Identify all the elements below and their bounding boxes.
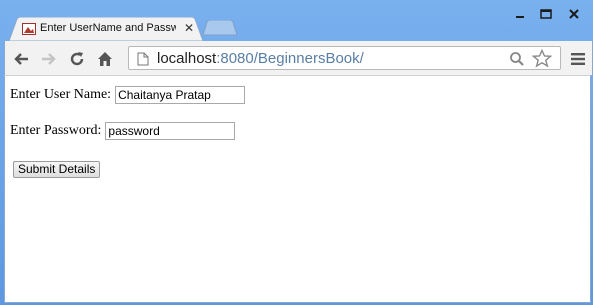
password-label: Enter Password: (10, 123, 102, 138)
favicon-icon (22, 23, 36, 35)
home-icon (98, 52, 112, 66)
tab-title: Enter UserName and Password (40, 22, 176, 34)
tab-close-icon[interactable]: ✕ (184, 21, 194, 35)
browser-toolbar: localhost:8080/BeginnersBook/ (4, 41, 593, 75)
page-icon (137, 52, 149, 66)
forward-button[interactable] (39, 49, 59, 69)
close-icon (569, 9, 579, 19)
username-label: Enter User Name: (10, 87, 112, 102)
reload-button[interactable] (67, 49, 87, 69)
password-input[interactable] (105, 122, 236, 140)
username-row: Enter User Name: (10, 86, 246, 104)
maximize-icon (540, 9, 552, 19)
url-host: localhost (157, 50, 217, 67)
submit-details-button[interactable]: Submit Details (13, 161, 101, 178)
reload-icon (70, 52, 84, 66)
minimize-icon (516, 16, 524, 18)
url-path: :8080/BeginnersBook/ (216, 50, 364, 67)
maximize-button[interactable] (534, 6, 558, 22)
new-tab-button[interactable] (202, 20, 238, 36)
password-row: Enter Password: (10, 122, 236, 140)
minimize-button[interactable] (508, 6, 532, 22)
close-window-button[interactable] (561, 6, 587, 22)
back-button[interactable] (11, 49, 31, 69)
forward-arrow-icon (42, 53, 56, 65)
page-content: Enter User Name: Enter Password: Submit … (4, 75, 591, 303)
username-input[interactable] (115, 86, 246, 104)
url-text: localhost:8080/BeginnersBook/ (157, 50, 364, 67)
back-arrow-icon (14, 53, 28, 65)
browser-tab[interactable]: Enter UserName and Password ✕ (9, 17, 203, 41)
search-zoom-icon[interactable] (509, 51, 525, 67)
star-icon[interactable] (532, 49, 552, 68)
hamburger-menu-icon[interactable] (571, 53, 585, 65)
address-bar[interactable]: localhost:8080/BeginnersBook/ (128, 46, 561, 70)
home-button[interactable] (95, 49, 115, 69)
browser-window: Enter UserName and Password ✕ localhost:… (0, 0, 593, 305)
